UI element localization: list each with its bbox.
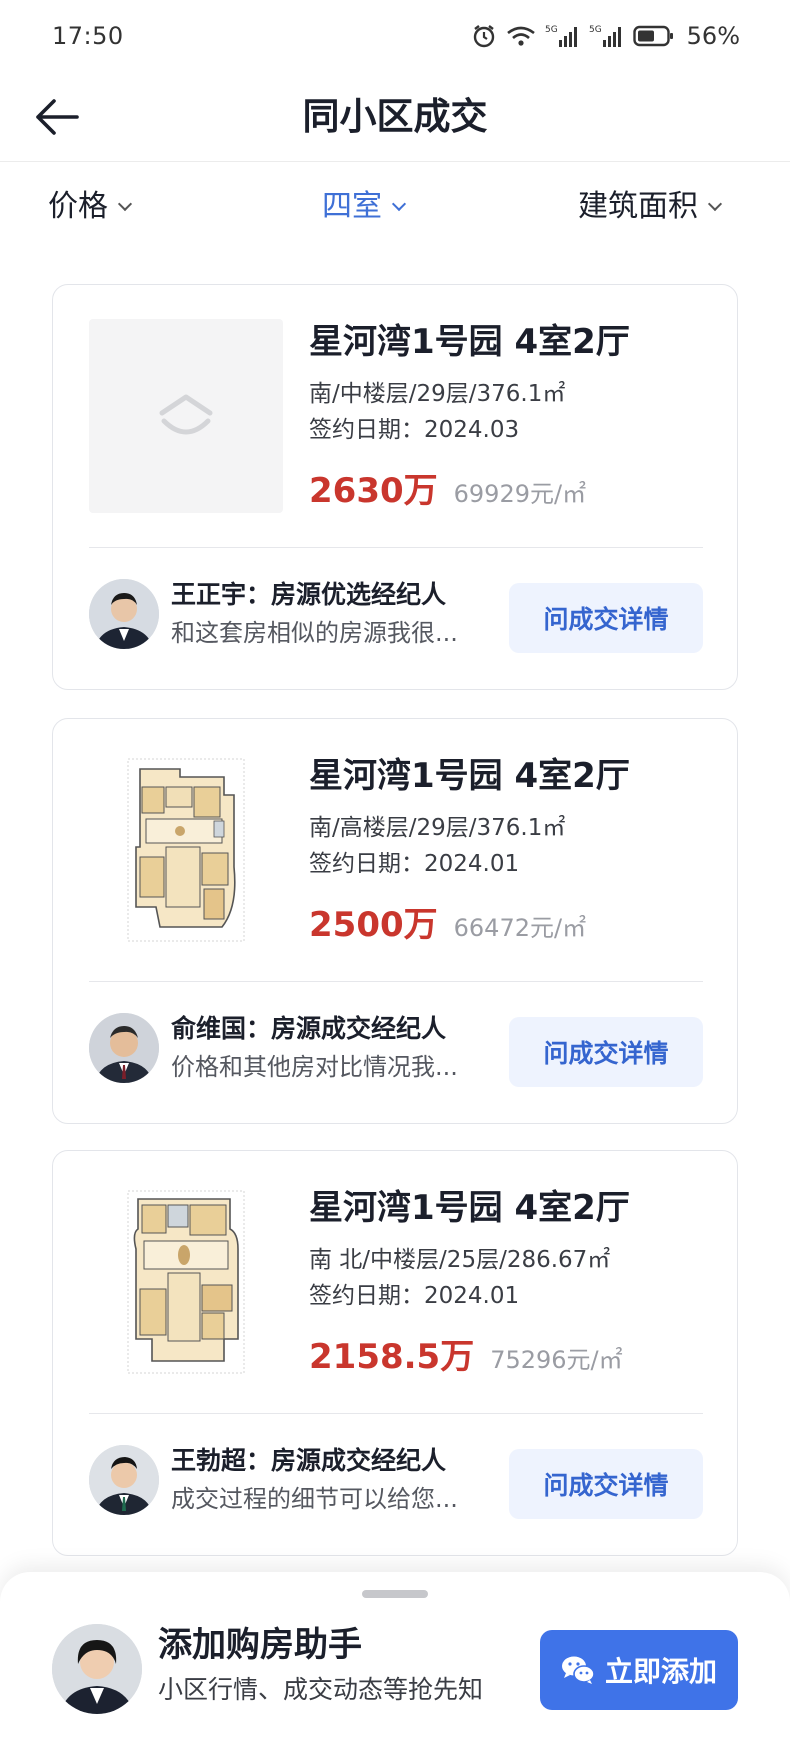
listing-unit-price: 75296元/㎡ [490, 1346, 623, 1374]
filter-price-label: 价格 [48, 189, 108, 224]
placeholder-logo-icon [159, 394, 213, 435]
agent-name-role: 王正宇：房源优选经纪人 [171, 580, 447, 609]
listing-meta: 南/高楼层/29层/376.1㎡ [309, 815, 566, 841]
battery-percent: 56% [686, 22, 740, 50]
floor-plan-icon [127, 758, 245, 942]
ask-deal-details-button[interactable]: 问成交详情 [509, 1017, 703, 1087]
sheet-drag-handle[interactable] [362, 1590, 428, 1598]
wifi-icon [506, 26, 535, 46]
listing-sign-date: 签约日期：2024.01 [309, 851, 520, 877]
filter-price[interactable]: 价格 [48, 186, 133, 228]
listing-title: 星河湾1号园 4室2厅 [309, 322, 630, 362]
filter-rooms-label: 四室 [322, 189, 382, 224]
filter-bar: 价格 四室 建筑面积 [0, 170, 790, 246]
divider [89, 981, 703, 982]
floor-plan-image [89, 753, 283, 947]
agent-avatar[interactable] [89, 579, 159, 649]
filter-area-label: 建筑面积 [578, 189, 698, 224]
agent-message: 价格和其他房对比情况我... [171, 1053, 458, 1081]
agent-name-role: 王勃超：房源成交经纪人 [171, 1446, 447, 1475]
listing-card[interactable]: 星河湾1号园 4室2厅 南/高楼层/29层/376.1㎡ 签约日期：2024.0… [52, 718, 738, 1124]
signal-5g-icon: 5G [545, 25, 577, 47]
chevron-down-icon [391, 196, 407, 212]
listing-price: 2500万 [309, 905, 438, 945]
ask-deal-details-button[interactable]: 问成交详情 [509, 1449, 703, 1519]
listing-unit-price: 69929元/㎡ [453, 480, 587, 508]
listing-card[interactable]: 星河湾1号园 4室2厅 南 北/中楼层/25层/286.67㎡ 签约日期：202… [52, 1150, 738, 1556]
agent-message: 和这套房相似的房源我很... [171, 619, 458, 647]
status-icons: 5G 5G 56% [471, 20, 740, 52]
listing-price: 2630万 [309, 471, 438, 511]
alarm-icon [473, 25, 494, 48]
assistant-title: 添加购房助手 [158, 1625, 362, 1665]
listing-unit-price: 66472元/㎡ [453, 914, 587, 942]
divider [89, 547, 703, 548]
add-assistant-label: 立即添加 [604, 1655, 717, 1688]
divider [89, 1413, 703, 1414]
listing-sign-date: 签约日期：2024.01 [309, 1283, 520, 1309]
listing-sign-date: 签约日期：2024.03 [309, 417, 520, 443]
assistant-subtitle: 小区行情、成交动态等抢先知 [158, 1675, 484, 1704]
floor-plan-icon [127, 1190, 245, 1374]
listing-title: 星河湾1号园 4室2厅 [309, 1188, 630, 1228]
filter-rooms[interactable]: 四室 [322, 186, 407, 228]
listing-price-row: 2158.5万 75296元/㎡ [309, 1329, 623, 1378]
ask-deal-details-button[interactable]: 问成交详情 [509, 583, 703, 653]
agent-name-role: 俞维国：房源成交经纪人 [171, 1014, 447, 1043]
status-time: 17:50 [52, 22, 124, 50]
floor-plan-image [89, 1185, 283, 1379]
listing-meta: 南/中楼层/29层/376.1㎡ [309, 381, 566, 407]
agent-avatar[interactable] [89, 1013, 159, 1083]
wechat-icon [561, 1656, 595, 1684]
nav-bar: 同小区成交 [0, 72, 790, 162]
page-title: 同小区成交 [302, 95, 488, 138]
listing-price: 2158.5万 [309, 1337, 475, 1377]
listing-price-row: 2630万 69929元/㎡ [309, 463, 586, 512]
svg-text:5G: 5G [589, 25, 602, 35]
listing-card[interactable]: 星河湾1号园 4室2厅 南/中楼层/29层/376.1㎡ 签约日期：2024.0… [52, 284, 738, 690]
battery-icon [632, 25, 673, 47]
listing-title: 星河湾1号园 4室2厅 [309, 756, 630, 796]
chevron-down-icon [117, 196, 133, 212]
assistant-avatar [52, 1624, 142, 1714]
status-bar: 17:50 5G 5G 56% [0, 0, 790, 72]
add-assistant-button[interactable]: 立即添加 [540, 1630, 738, 1710]
agent-message: 成交过程的细节可以给您... [171, 1485, 458, 1513]
listing-image-placeholder [89, 319, 283, 513]
agent-avatar[interactable] [89, 1445, 159, 1515]
listing-meta: 南 北/中楼层/25层/286.67㎡ [309, 1247, 611, 1273]
listing-price-row: 2500万 66472元/㎡ [309, 897, 586, 946]
assistant-bottom-sheet: 添加购房助手 小区行情、成交动态等抢先知 立即添加 [0, 1572, 790, 1756]
svg-text:5G: 5G [545, 25, 558, 35]
filter-area[interactable]: 建筑面积 [578, 186, 723, 228]
chevron-down-icon [707, 196, 723, 212]
signal-5g-icon: 5G [589, 25, 621, 47]
